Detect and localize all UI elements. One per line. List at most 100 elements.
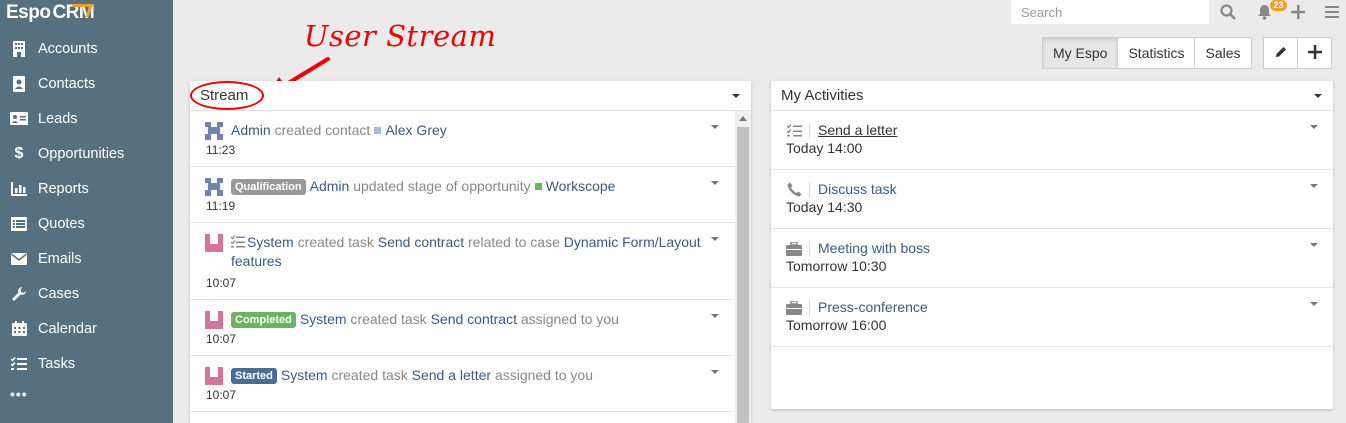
search-input[interactable] [1011,0,1209,24]
sidebar-more-button[interactable]: ••• [0,381,173,406]
stream-panel: Stream Admin created contact Alex Grey 11… [190,81,751,423]
chevron-down-icon[interactable] [1314,94,1322,98]
stream-panel-title: Stream [200,87,249,104]
contact-card-icon [10,75,28,92]
sidebar-item-opportunities[interactable]: $ Opportunities [0,136,173,171]
pencil-icon [1275,45,1287,61]
chevron-down-icon[interactable] [711,181,719,185]
sidebar-item-contacts[interactable]: Contacts [0,66,173,101]
sidebar-item-label: Emails [38,250,82,267]
stream-actor-link[interactable]: System [247,234,294,250]
opportunity-square-icon [534,183,542,191]
plus-icon[interactable] [1288,2,1308,22]
activity-date: Today 14:30 [786,199,863,215]
status-badge: Qualification [231,179,306,195]
stream-time: 10:07 [206,332,237,346]
chevron-down-icon[interactable] [1310,125,1318,129]
chevron-down-icon[interactable] [1310,184,1318,188]
stream-actor-link[interactable]: Admin [310,178,350,194]
sidebar-item-cases[interactable]: Cases [0,276,173,311]
chevron-down-icon[interactable] [711,237,719,241]
activity-link[interactable]: Press-conference [818,298,928,317]
stream-action-text: created task [327,367,412,383]
chevron-down-icon[interactable] [711,125,719,129]
status-badge: Completed [231,312,296,328]
contact-square-icon [374,127,382,135]
phone-icon [786,182,802,198]
sidebar-item-emails[interactable]: Emails [0,241,173,276]
activity-link[interactable]: Discuss task [818,180,897,199]
stream-item: Admin created contact Alex Grey 11:23 [190,111,735,167]
stream-actor-link[interactable]: Admin [231,122,271,138]
stream-action-text: assigned to you [491,367,593,383]
activities-panel-title: My Activities [781,87,864,104]
sidebar-item-label: Opportunities [38,145,125,162]
scroll-up-arrow-icon[interactable] [739,116,747,121]
edit-dashboard-button[interactable] [1263,37,1298,69]
activity-link[interactable]: Meeting with boss [818,239,930,258]
chevron-down-icon[interactable] [711,314,719,318]
activity-date: Tomorrow 16:00 [786,317,887,333]
tab-sales[interactable]: Sales [1194,37,1252,69]
stream-action-text: created task [293,234,378,250]
stream-target-link[interactable]: Send a letter [412,367,491,383]
activity-link[interactable]: Send a letter [818,121,897,140]
building-icon [10,40,28,57]
chevron-down-icon[interactable] [1310,302,1318,306]
sidebar-item-tasks[interactable]: Tasks [0,346,173,381]
stream-scrollbar[interactable] [735,111,751,423]
sidebar-item-calendar[interactable]: Calendar [0,311,173,346]
tasks-icon [10,356,28,372]
search-icon[interactable] [1218,2,1238,22]
stream-list: Admin created contact Alex Grey 11:23 Qua… [190,111,735,412]
sidebar-item-label: Calendar [38,320,97,337]
status-badge: Started [231,368,277,384]
tab-statistics[interactable]: Statistics [1117,37,1196,69]
stream-target-link[interactable]: Workscope [546,178,616,194]
stream-time: 11:23 [206,143,236,157]
chevron-down-icon[interactable] [1310,243,1318,247]
logo-crm: CRM [52,2,95,23]
menu-icon[interactable] [1322,2,1342,22]
add-dashlet-button[interactable] [1297,37,1332,69]
activity-item: Send a letter Today 14:00 [771,111,1333,170]
stream-item: System created task Send contract relate… [190,223,735,300]
activity-date: Today 14:00 [786,140,863,156]
stream-action-text: assigned to you [516,311,619,327]
stream-time: 11:19 [206,199,236,213]
notification-count-badge: 23 [1270,0,1287,11]
system-avatar-icon [205,234,223,252]
chevron-down-icon[interactable] [732,94,740,98]
activity-item: Discuss task Today 14:30 [771,170,1333,229]
sidebar-item-label: Leads [38,110,78,127]
sidebar-item-label: Contacts [38,75,96,92]
stream-action-text: created contact [270,122,371,138]
calendar-icon [10,321,28,337]
stream-action-text: updated stage of opportunity [349,178,531,194]
chevron-down-icon[interactable] [711,370,719,374]
stream-item: Started System created task Send a letter… [190,356,735,412]
activity-item: Meeting with boss Tomorrow 10:30 [771,229,1333,288]
stream-actor-link[interactable]: System [300,311,347,327]
divider [809,299,810,316]
sidebar-item-label: Reports [38,180,89,197]
envelope-icon [10,251,28,267]
stream-actor-link[interactable]: System [281,367,328,383]
stream-target-link[interactable]: Alex Grey [385,122,446,138]
app-logo[interactable]: Espo CRM [6,0,95,26]
activity-item: Press-conference Tomorrow 16:00 [771,288,1333,347]
system-avatar-icon [205,311,223,329]
stream-target-link[interactable]: Send contract [431,311,517,327]
stream-target-link[interactable]: Send contract [378,234,464,250]
scrollbar-thumb[interactable] [737,127,749,423]
divider [809,240,810,257]
sidebar-item-reports[interactable]: Reports [0,171,173,206]
dashboard-tabs: My Espo Statistics Sales [1042,37,1252,69]
sidebar-item-label: Tasks [38,355,76,372]
sidebar-item-quotes[interactable]: Quotes [0,206,173,241]
activities-panel-header: My Activities [771,81,1333,111]
plus-icon [1307,44,1322,62]
sidebar-item-leads[interactable]: Leads [0,101,173,136]
tab-my-espo[interactable]: My Espo [1042,37,1119,69]
sidebar-item-accounts[interactable]: Accounts [0,31,173,66]
